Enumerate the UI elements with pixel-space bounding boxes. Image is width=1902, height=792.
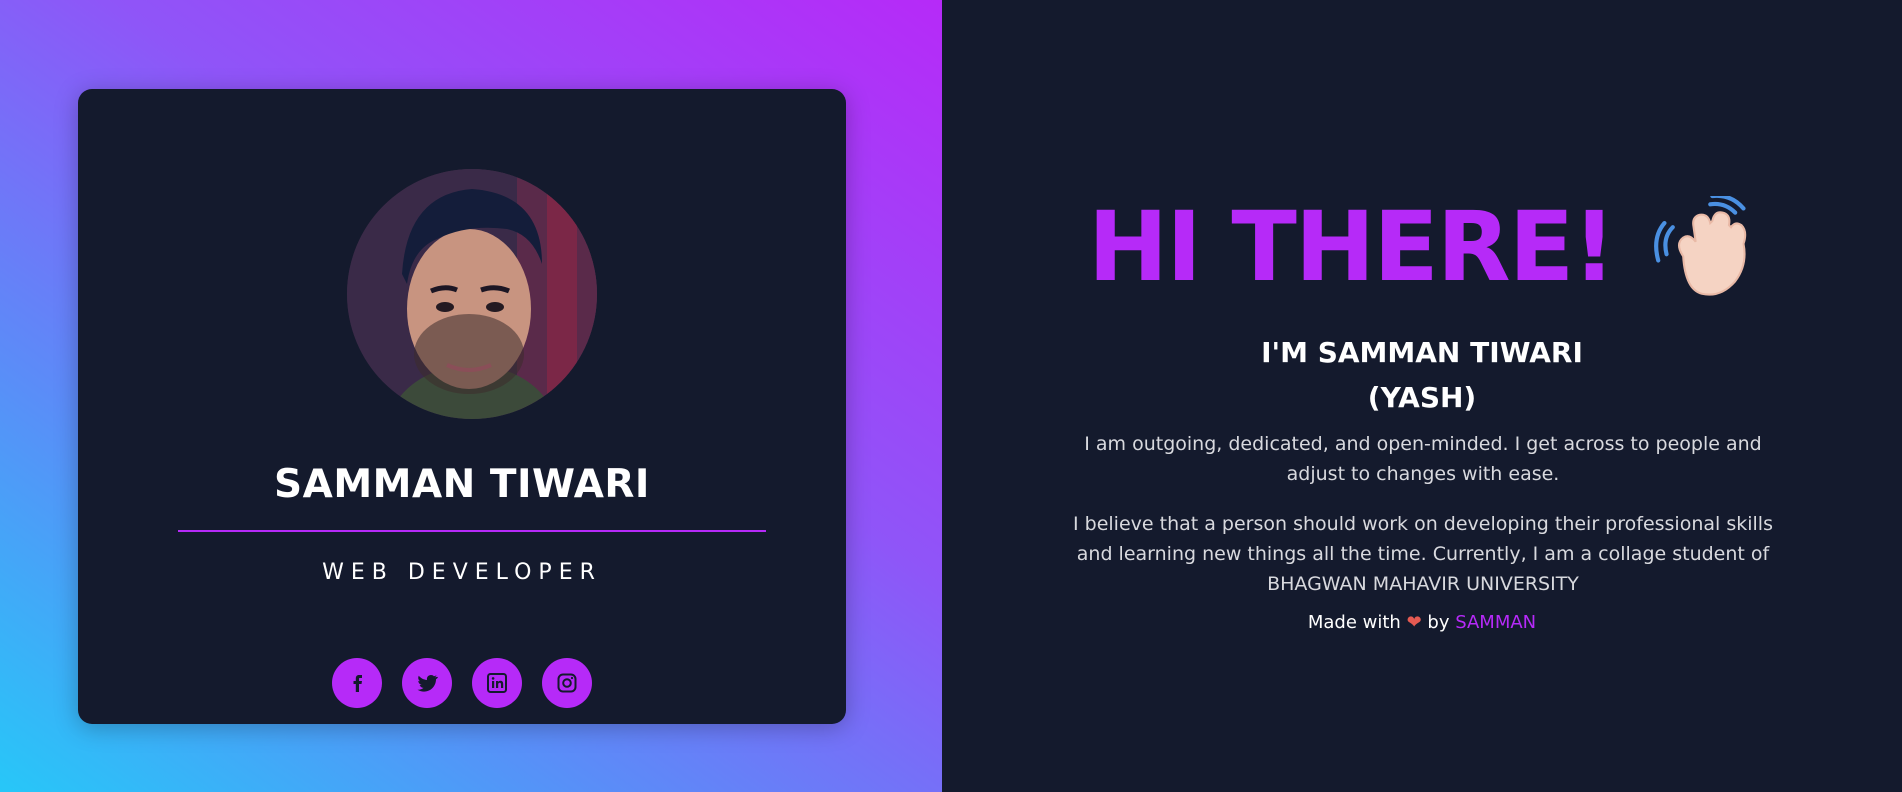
hero-title: HI THERE! <box>1087 191 1616 303</box>
facebook-button[interactable] <box>332 658 382 708</box>
about-paragraph-2: I believe that a person should work on d… <box>1073 513 1773 595</box>
facebook-icon <box>353 675 362 692</box>
intro-panel: HI THERE! I'M SAMMAN TIWARI (YASH) I am … <box>942 0 1902 792</box>
author-link[interactable]: SAMMAN <box>1455 612 1536 633</box>
profile-card: SAMMAN TIWARI WEB DEVELOPER <box>78 89 846 724</box>
subtitle: I'M SAMMAN TIWARI (YASH) <box>942 330 1902 420</box>
page: SAMMAN TIWARI WEB DEVELOPER HI THERE! I'… <box>0 0 1902 792</box>
avatar <box>347 169 597 419</box>
card-name: SAMMAN TIWARI <box>274 462 650 507</box>
subtitle-line-1: I'M SAMMAN TIWARI <box>1261 336 1583 369</box>
about-paragraph-1: I am outgoing, dedicated, and open-minde… <box>1084 433 1762 485</box>
twitter-icon <box>417 674 438 692</box>
twitter-button[interactable] <box>402 658 452 708</box>
instagram-button[interactable] <box>542 658 592 708</box>
footer-made-with: Made with <box>1307 612 1401 633</box>
hero: HI THERE! <box>942 191 1902 303</box>
instagram-icon <box>557 673 577 693</box>
divider <box>178 530 766 532</box>
card-role: WEB DEVELOPER <box>322 560 602 585</box>
waving-hand-icon <box>1652 195 1756 300</box>
footer-by: by <box>1427 612 1450 633</box>
hero-title-row: HI THERE! <box>1087 191 1756 303</box>
gradient-panel: SAMMAN TIWARI WEB DEVELOPER <box>0 0 942 792</box>
subtitle-line-2: (YASH) <box>1367 381 1477 414</box>
avatar-photo <box>347 169 597 419</box>
social-links <box>332 658 592 708</box>
linkedin-button[interactable] <box>472 658 522 708</box>
heart-icon: ❤ <box>1406 612 1422 633</box>
linkedin-icon <box>487 673 507 693</box>
footer: Made with ❤ by SAMMAN <box>942 612 1902 633</box>
